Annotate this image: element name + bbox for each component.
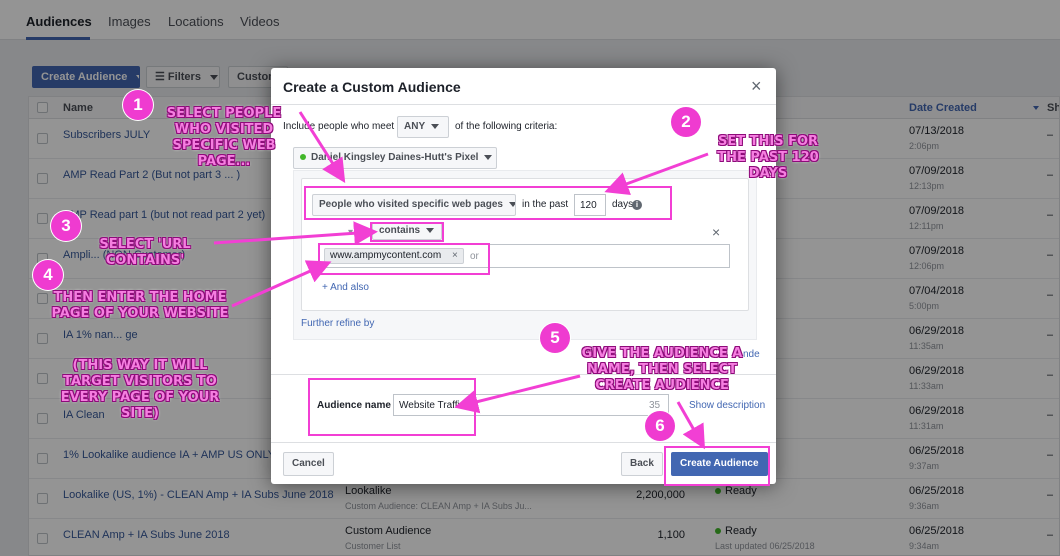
step-badge-4: 4	[33, 260, 63, 290]
highlight-operator	[370, 222, 444, 242]
chevron-down-icon	[484, 154, 493, 160]
add-also-link[interactable]: + And also	[322, 282, 369, 293]
url-field-caret[interactable]: ▾	[348, 227, 353, 238]
cancel-button[interactable]: Cancel	[283, 452, 334, 476]
back-button[interactable]: Back	[621, 452, 663, 476]
annotation-step-4-note: (THIS WAY IT WILL TARGET VISITORS TO EVE…	[60, 358, 220, 421]
step-badge-6: 6	[645, 411, 675, 441]
status-dot-icon	[300, 154, 306, 161]
remove-rule-icon[interactable]: ×	[712, 224, 720, 240]
show-description-link[interactable]: Show description	[689, 400, 765, 411]
annotation-step-3: SELECT 'URL CONTAINS'	[99, 237, 191, 268]
further-refine-link[interactable]: Further refine by	[301, 318, 374, 329]
chevron-down-icon	[431, 123, 440, 129]
step-badge-1: 1	[123, 90, 153, 120]
highlight-url	[318, 243, 490, 275]
match-mode-value: ANY	[404, 121, 426, 132]
match-mode-dropdown[interactable]: ANY	[397, 116, 449, 138]
annotation-step-1: SELECT PEOPLE WHO VISITED SPECIFIC WEB P…	[166, 106, 282, 169]
highlight-rule-row	[304, 186, 672, 220]
divider	[271, 442, 776, 443]
highlight-audience-name	[308, 378, 476, 436]
step-badge-5: 5	[540, 323, 570, 353]
pixel-name: Daniel Kingsley Daines-Hutt's Pixel	[311, 152, 479, 163]
step-badge-3: 3	[51, 211, 81, 241]
step-badge-2: 2	[671, 107, 701, 137]
annotation-step-5: GIVE THE AUDIENCE A NAME, THEN SELECT CR…	[581, 346, 743, 393]
highlight-create-button	[664, 446, 770, 486]
include-suffix: of the following criteria:	[455, 121, 558, 132]
close-icon[interactable]: ×	[751, 76, 762, 97]
include-prefix: Include people who meet	[283, 121, 395, 132]
annotation-step-2: SET THIS FOR THE PAST 120 DAYS	[717, 134, 819, 181]
pixel-dropdown[interactable]: Daniel Kingsley Daines-Hutt's Pixel	[293, 147, 497, 169]
divider	[271, 104, 776, 105]
character-count: 35	[649, 400, 661, 411]
annotation-step-4: THEN ENTER THE HOME PAGE OF YOUR WEBSITE	[51, 290, 229, 321]
modal-title: Create a Custom Audience	[283, 79, 461, 95]
